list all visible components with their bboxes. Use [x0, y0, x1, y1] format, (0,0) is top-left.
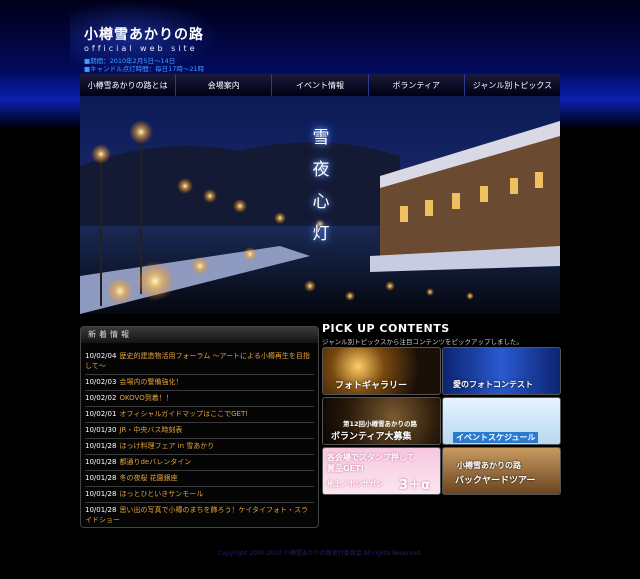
news-link[interactable]: 冬の夜桜 花園銀座 — [119, 474, 177, 482]
nav-item-venues[interactable]: 会場案内 — [175, 74, 271, 96]
banner-label-line2: 賞品GET! — [327, 464, 365, 473]
banner-label: 愛のフォトコンテスト — [453, 380, 533, 389]
news-link[interactable]: ほっけ料理フェア in 雪あかり — [119, 442, 214, 450]
news-link[interactable]: OKOVO到着！！ — [119, 394, 172, 402]
event-period: ■期間：2010年2月5日〜14日 ■キャンドル点灯時間：毎日17時〜21時 — [84, 57, 204, 73]
banner-label-line3: 地上ノホシサガシ — [327, 480, 383, 488]
news-title: 新着情報 — [81, 327, 318, 343]
banner-label-line1: 小樽雪あかりの路 — [457, 461, 521, 470]
news-date: 10/01/28 — [85, 474, 117, 482]
hero-image: 雪夜心灯 — [80, 96, 560, 314]
news-item[interactable]: 10/01/28 ほっとひといきサンモール — [85, 487, 314, 503]
main-nav: 小樽雪あかりの路とは 会場案内 イベント情報 ボランティア ジャンル別トピックス — [80, 74, 560, 96]
news-link[interactable]: 会場内の警備強化！ — [119, 378, 182, 386]
period-text: ■期間：2010年2月5日〜14日 — [84, 57, 176, 65]
news-date: 10/01/28 — [85, 458, 117, 466]
copyright: Copyright 2000-2010 小樽雪あかりの路実行委員会 All ri… — [217, 550, 423, 557]
news-item[interactable]: 10/01/28 思い出の写真で小樽のまちを飾ろう！ケイタイフォト・スライドショー — [85, 503, 314, 527]
event-schedule-banner[interactable]: イベントスケジュール — [442, 397, 561, 445]
news-item[interactable]: 10/02/01 オフィシャルガイドマップはここでGET! — [85, 407, 314, 423]
news-link[interactable]: 思い出の写真で小樽のまちを飾ろう！ケイタイフォト・スライドショー — [85, 506, 308, 524]
news-item[interactable]: 10/01/28 冬の夜桜 花園銀座 — [85, 471, 314, 487]
news-link[interactable]: オフィシャルガイドマップはここでGET! — [119, 410, 248, 418]
news-link[interactable]: JR・中央バス時刻表 — [119, 426, 182, 434]
news-item[interactable]: 10/02/03 会場内の警備強化！ — [85, 375, 314, 391]
site-title[interactable]: 小樽雪あかりの路 — [84, 24, 204, 44]
banner-label: フォトギャラリー — [335, 381, 408, 391]
nav-item-about[interactable]: 小樽雪あかりの路とは — [80, 74, 175, 96]
backyard-tour-banner[interactable]: 小樽雪あかりの路 バックヤードツアー — [442, 447, 561, 495]
news-panel: 新着情報 10/02/04 歴史的建造物活用フォーラム 〜アートによる小樽再生を目… — [80, 326, 319, 528]
news-item[interactable]: 10/01/30 JR・中央バス時刻表 — [85, 423, 314, 439]
banner-label-line1: 第12回小樽雪あかりの路 — [343, 420, 418, 428]
nav-item-topics[interactable]: ジャンル別トピックス — [463, 74, 560, 96]
news-item[interactable]: 10/02/04 歴史的建造物活用フォーラム 〜アートによる小樽再生を目指して〜 — [85, 349, 314, 375]
site-subtitle: official web site — [84, 44, 198, 53]
banner-label-line2: ボランティア大募集 — [331, 432, 412, 442]
pickup-subtitle: ジャンル別トピックスから注目コンテンツをピックアップしました。 — [322, 338, 523, 346]
nav-item-volunteer[interactable]: ボランティア — [367, 74, 464, 96]
news-list: 10/02/04 歴史的建造物活用フォーラム 〜アートによる小樽再生を目指して〜 … — [85, 349, 314, 527]
news-date: 10/01/28 — [85, 506, 117, 514]
news-date: 10/02/03 — [85, 378, 117, 386]
hero-caption: 雪夜心灯 — [312, 128, 330, 244]
news-link[interactable]: ほっとひといきサンモール — [119, 490, 203, 498]
news-item[interactable]: 10/02/02 OKOVO到着！！ — [85, 391, 314, 407]
stamp-rally-banner[interactable]: 各会場でスタンプ押して 賞品GET! 地上ノホシサガシ 3＋α — [322, 447, 441, 495]
news-date: 10/01/28 — [85, 442, 117, 450]
news-item[interactable]: 10/01/28 都通りdeバレンタイン — [85, 455, 314, 471]
news-date: 10/02/04 — [85, 352, 117, 360]
lighting-hours-text: ■キャンドル点灯時間：毎日17時〜21時 — [84, 65, 205, 73]
banner-label-line4: 3＋α — [399, 478, 430, 493]
news-link[interactable]: 歴史的建造物活用フォーラム 〜アートによる小樽再生を目指して〜 — [85, 352, 310, 370]
photo-gallery-banner[interactable]: フォトギャラリー — [322, 347, 441, 395]
volunteer-banner[interactable]: 第12回小樽雪あかりの路 ボランティア大募集 — [322, 397, 441, 445]
news-date: 10/02/02 — [85, 394, 117, 402]
banner-label-line1: 各会場でスタンプ押して — [327, 453, 415, 462]
news-date: 10/01/30 — [85, 426, 117, 434]
nav-item-events[interactable]: イベント情報 — [271, 74, 367, 96]
photo-contest-banner[interactable]: 愛のフォトコンテスト — [442, 347, 561, 395]
banner-label-line2: バックヤードツアー — [455, 476, 536, 486]
banner-label: イベントスケジュール — [453, 432, 539, 443]
pickup-title: PICK UP CONTENTS — [322, 322, 450, 335]
news-date: 10/01/28 — [85, 490, 117, 498]
news-link[interactable]: 都通りdeバレンタイン — [119, 458, 191, 466]
news-item[interactable]: 10/01/28 ほっけ料理フェア in 雪あかり — [85, 439, 314, 455]
news-date: 10/02/01 — [85, 410, 117, 418]
